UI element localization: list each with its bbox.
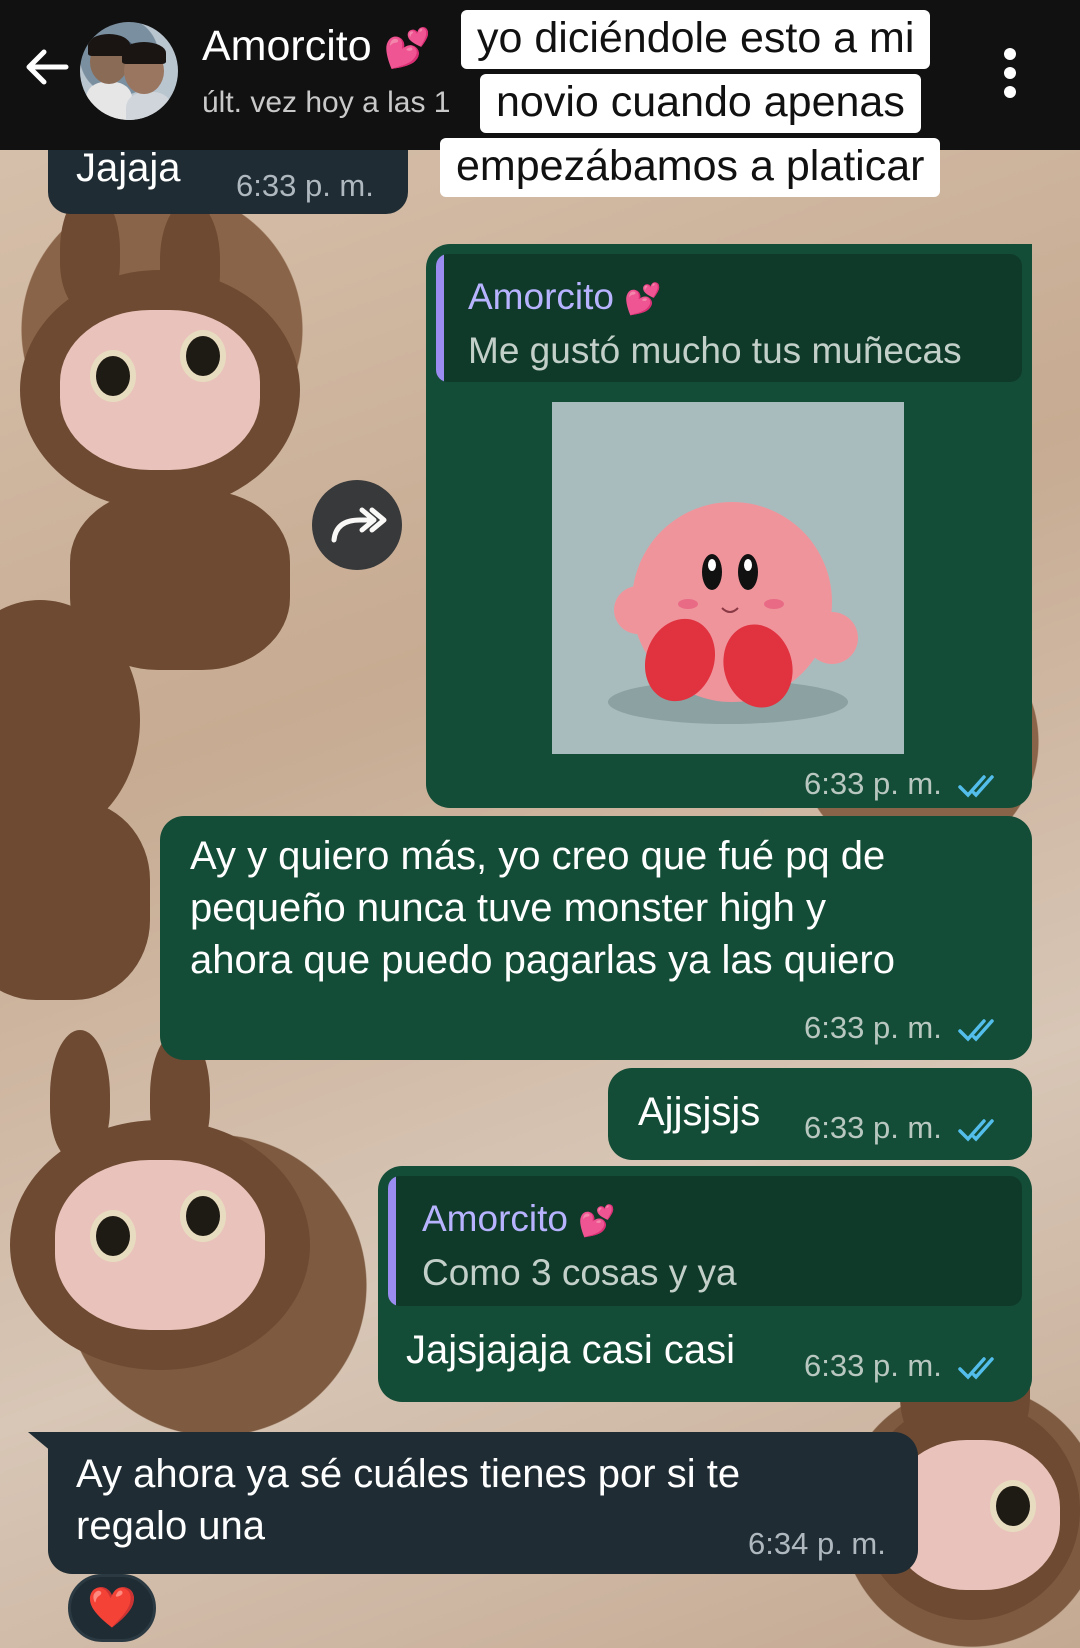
quoted-message[interactable]: Amorcito 💕 Como 3 cosas y ya xyxy=(388,1176,1022,1306)
wallpaper-bunny-illustration xyxy=(10,1030,330,1450)
message-text-line: regalo una xyxy=(76,1504,266,1548)
heart-reaction[interactable]: ❤️ xyxy=(68,1574,156,1642)
quote-author: Amorcito 💕 xyxy=(422,1198,616,1239)
message-bubble-incoming[interactable]: Ay ahora ya sé cuáles tienes por si te r… xyxy=(48,1432,918,1574)
kirby-sticker-image[interactable] xyxy=(552,402,904,754)
message-text-line: ahora que puedo pagarlas ya las quiero xyxy=(190,938,895,982)
forward-button[interactable] xyxy=(312,480,402,570)
message-text-line: Ay y quiero más, yo creo que fué pq de xyxy=(190,834,886,878)
quote-text: Me gustó mucho tus muñecas xyxy=(468,330,962,371)
caption-line: yo diciéndole esto a mi xyxy=(461,10,931,69)
double-check-icon xyxy=(958,1019,995,1042)
caption-line: novio cuando apenas xyxy=(480,74,921,133)
message-time: 6:33 p. m. xyxy=(804,1110,1002,1146)
message-bubble-outgoing[interactable]: Ajjsjsjs 6:33 p. m. xyxy=(608,1068,1032,1160)
message-text: Ajjsjsjs xyxy=(638,1090,761,1134)
message-text: Jajsjajaja casi casi xyxy=(406,1328,736,1372)
two-hearts-icon: 💕 xyxy=(578,1204,616,1238)
message-time: 6:33 p. m. xyxy=(804,1348,1002,1384)
double-check-icon xyxy=(958,775,995,798)
contact-avatar[interactable] xyxy=(80,22,178,120)
wallpaper-bunny-illustration xyxy=(0,560,160,1000)
double-check-icon xyxy=(958,1119,995,1142)
kirby-illustration xyxy=(608,502,858,724)
two-hearts-icon: 💕 xyxy=(624,282,662,316)
message-time: 6:33 p. m. xyxy=(804,1010,1002,1046)
forward-icon xyxy=(331,507,387,543)
message-text-line: Ay ahora ya sé cuáles tienes por si te xyxy=(76,1452,741,1496)
arrow-left-icon[interactable] xyxy=(22,42,72,92)
quoted-message[interactable]: Amorcito 💕 Me gustó mucho tus muñecas xyxy=(436,254,1022,382)
message-text-line: pequeño nunca tuve monster high y xyxy=(190,886,826,930)
incoming-bubble-tail xyxy=(28,1432,52,1452)
message-bubble-outgoing[interactable]: Ay y quiero más, yo creo que fué pq de p… xyxy=(160,816,1032,1060)
message-time: 6:34 p. m. xyxy=(748,1526,886,1561)
caption-line: empezábamos a platicar xyxy=(440,138,941,197)
quote-text: Como 3 cosas y ya xyxy=(422,1252,737,1293)
quote-accent-bar xyxy=(388,1176,396,1306)
quote-accent-bar xyxy=(436,254,444,382)
message-time: 6:33 p. m. xyxy=(804,766,1002,802)
contact-last-seen: últ. vez hoy a las 1 xyxy=(202,86,451,119)
message-bubble-outgoing[interactable]: Amorcito 💕 Como 3 cosas y ya Jajsjajaja … xyxy=(378,1166,1032,1402)
double-check-icon xyxy=(958,1357,995,1380)
contact-name[interactable]: Amorcito 💕 xyxy=(202,22,431,71)
quote-author: Amorcito 💕 xyxy=(468,276,662,317)
two-hearts-icon: 💕 xyxy=(383,27,431,70)
more-vert-icon[interactable] xyxy=(1004,48,1016,98)
message-time: 6:33 p. m. xyxy=(236,168,374,203)
